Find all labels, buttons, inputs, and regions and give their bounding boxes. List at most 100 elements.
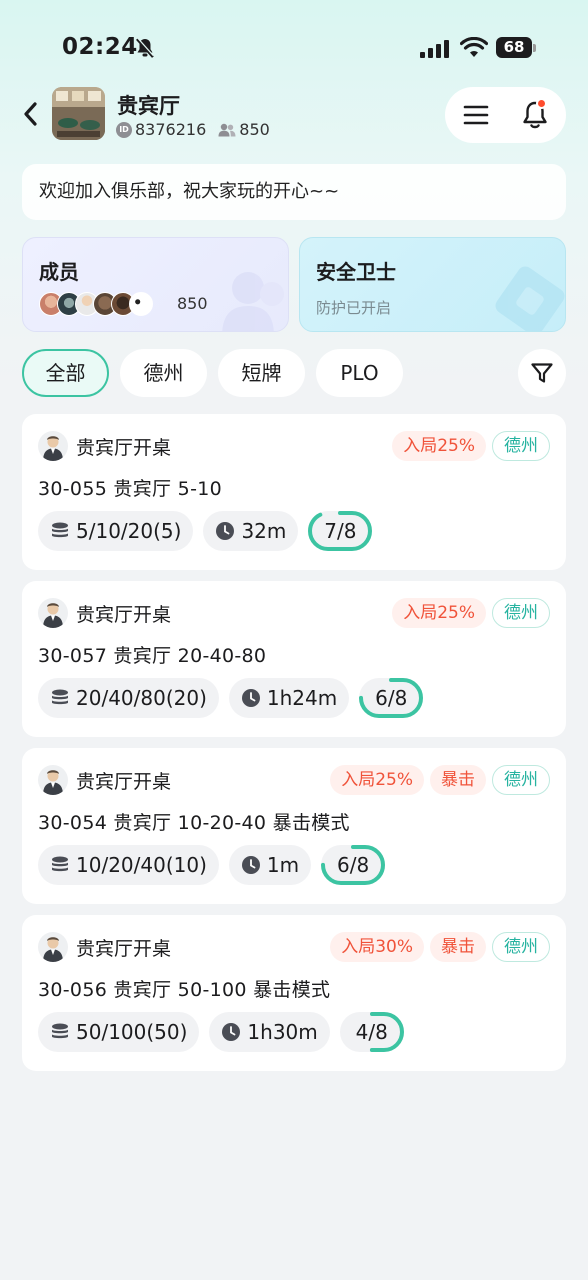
duration-pill: 1m: [228, 845, 312, 885]
host-avatar-icon: [43, 770, 63, 795]
chips-stack-icon: [52, 522, 68, 538]
blinds-value: 5/10/20(5): [76, 519, 182, 543]
members-count: 850: [177, 294, 208, 313]
game-type-tag: 德州: [492, 598, 550, 628]
clock-icon: [241, 856, 260, 874]
host-avatar-icon: [43, 937, 63, 962]
back-button[interactable]: [18, 98, 44, 130]
table-tags: 入局25% 暴击 德州: [330, 765, 550, 795]
seats-value: 6/8: [375, 686, 408, 710]
blinds-pill: 50/100(50): [38, 1012, 200, 1052]
filter-texas[interactable]: 德州: [120, 349, 207, 397]
host-avatar-icon: [43, 436, 63, 461]
crit-mode-tag: 暴击: [430, 932, 486, 962]
entry-rate-tag: 入局25%: [330, 765, 424, 795]
chips-stack-icon: [52, 1023, 68, 1039]
clock-icon: [241, 689, 260, 707]
seats-value: 4/8: [355, 1020, 388, 1044]
filter-button[interactable]: [518, 349, 566, 397]
members-title: 成员: [39, 260, 79, 284]
table-card[interactable]: 贵宾厅开桌 入局25% 德州 30-057 贵宾厅 20-40-80 20/40/…: [22, 581, 566, 737]
seats-value: 6/8: [337, 853, 370, 877]
table-info: 50/100(50) 1h30m 4/8: [38, 1012, 404, 1052]
crit-mode-tag: 暴击: [430, 765, 486, 795]
members-decoration-icon: [222, 272, 284, 331]
seats-indicator: 7/8: [308, 511, 373, 551]
game-type-tag: 德州: [492, 765, 550, 795]
entry-rate-tag: 入局30%: [330, 932, 424, 962]
signal-icon: [420, 40, 449, 58]
wifi-icon: [460, 37, 488, 57]
table-info: 20/40/80(20) 1h24m 6/8: [38, 678, 424, 718]
duration-pill: 1h30m: [209, 1012, 330, 1052]
member-avatars: [39, 292, 153, 316]
clock-icon: [216, 522, 235, 540]
funnel-icon: [531, 363, 553, 383]
host-avatar: [38, 431, 68, 461]
table-info: 10/20/40(10) 1m 6/8: [38, 845, 386, 885]
battery-icon: 68: [496, 37, 536, 59]
seats-indicator: 4/8: [339, 1012, 404, 1052]
duration-value: 1m: [266, 853, 300, 877]
avatar: [129, 292, 153, 316]
table-info: 5/10/20(5) 32m 7/8: [38, 511, 373, 551]
header-actions: [445, 87, 566, 143]
club-member-count: 850: [239, 120, 270, 139]
table-title: 30-057 贵宾厅 20-40-80: [38, 645, 267, 667]
table-title: 30-056 贵宾厅 50-100 暴击模式: [38, 979, 331, 1001]
duration-value: 1h30m: [247, 1020, 318, 1044]
shield-decoration-icon: [495, 266, 565, 331]
table-card[interactable]: 贵宾厅开桌 入局25% 暴击 德州 30-054 贵宾厅 10-20-40 暴击模式…: [22, 748, 566, 904]
club-meta: ID 8376216 850: [116, 120, 270, 139]
host-avatar-icon: [43, 603, 63, 628]
duration-value: 32m: [241, 519, 287, 543]
host-name: 贵宾厅开桌: [76, 437, 172, 459]
seats-value: 7/8: [324, 519, 357, 543]
blinds-value: 20/40/80(20): [76, 686, 207, 710]
table-card[interactable]: 贵宾厅开桌 入局25% 德州 30-055 贵宾厅 5-10 5/10/20(5): [22, 414, 566, 570]
seats-indicator: 6/8: [321, 845, 386, 885]
entry-rate-tag: 入局25%: [392, 598, 486, 628]
blinds-pill: 20/40/80(20): [38, 678, 219, 718]
host-name: 贵宾厅开桌: [76, 604, 172, 626]
club-photo-icon: [52, 87, 105, 140]
members-card[interactable]: 成员 850: [22, 237, 289, 332]
welcome-message: 欢迎加入俱乐部，祝大家玩的开心~~: [22, 164, 566, 220]
blinds-pill: 5/10/20(5): [38, 511, 194, 551]
status-bar: 02:24 68: [0, 0, 588, 96]
club-avatar[interactable]: [52, 87, 105, 140]
blinds-pill: 10/20/40(10): [38, 845, 219, 885]
menu-icon[interactable]: [461, 101, 491, 129]
table-tags: 入局25% 德州: [392, 598, 550, 628]
filter-all[interactable]: 全部: [22, 349, 109, 397]
battery-level: 68: [496, 37, 532, 58]
filter-plo[interactable]: PLO: [316, 349, 403, 397]
duration-pill: 32m: [203, 511, 299, 551]
security-status: 防护已开启: [316, 299, 392, 317]
host-avatar: [38, 765, 68, 795]
entry-rate-tag: 入局25%: [392, 431, 486, 461]
table-title: 30-054 贵宾厅 10-20-40 暴击模式: [38, 812, 350, 834]
club-name: 贵宾厅: [117, 94, 180, 118]
filter-short-deck[interactable]: 短牌: [218, 349, 305, 397]
bell-off-icon: [136, 37, 154, 58]
security-card[interactable]: 安全卫士 防护已开启: [299, 237, 566, 332]
duration-pill: 1h24m: [228, 678, 350, 718]
table-card[interactable]: 贵宾厅开桌 入局30% 暴击 德州 30-056 贵宾厅 50-100 暴击模式 5…: [22, 915, 566, 1071]
table-tags: 入局30% 暴击 德州: [330, 932, 550, 962]
clock-icon: [222, 1023, 241, 1041]
status-time: 02:24: [62, 34, 138, 60]
chips-stack-icon: [52, 689, 68, 705]
notification-dot: [536, 98, 547, 109]
duration-value: 1h24m: [266, 686, 338, 710]
club-header: 贵宾厅 ID 8376216 850: [0, 84, 588, 146]
chips-stack-icon: [52, 856, 68, 872]
game-filter-bar: 全部 德州 短牌 PLO: [22, 349, 566, 397]
host-avatar: [38, 598, 68, 628]
game-type-tag: 德州: [492, 932, 550, 962]
security-title: 安全卫士: [316, 260, 396, 284]
blinds-value: 10/20/40(10): [76, 853, 207, 877]
members-icon: [218, 123, 236, 136]
game-type-tag: 德州: [492, 431, 550, 461]
table-title: 30-055 贵宾厅 5-10: [38, 478, 222, 500]
